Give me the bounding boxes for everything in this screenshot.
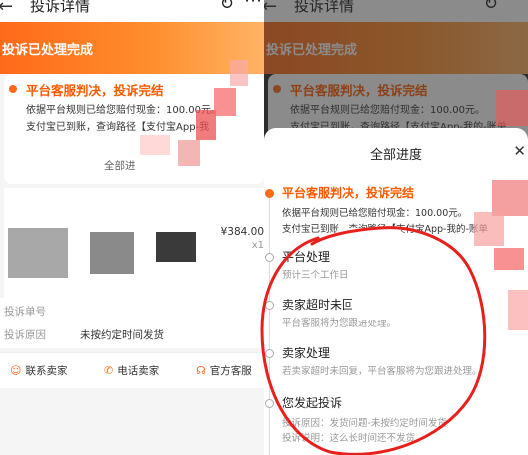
step-desc: 投诉原因：发货问题-未按约定时间发货 — [282, 418, 447, 429]
product-image — [8, 228, 68, 278]
product-card[interactable]: ¥384.00 x1 — [4, 188, 264, 298]
timeline-line — [269, 190, 270, 455]
contact-seller-label: 联系卖家 — [25, 365, 68, 377]
result-heading: 平台客服判决，投诉完结 — [26, 83, 164, 98]
redaction-mosaic — [352, 290, 412, 320]
sheet-title: 全部进度 — [369, 148, 422, 163]
step-desc: 依据平台规则已给您赔付现金：100.00元。 — [282, 208, 468, 219]
refresh-icon[interactable]: ↻ — [220, 0, 234, 14]
action-bar: ☺ 联系卖家 ✆ 电话卖家 ☊ 官方客服 — [0, 352, 264, 388]
progress-sheet: 全部进度 ✕ 平台客服判决，投诉完结 依据平台规则已给您赔付现金：100.00元… — [264, 128, 528, 455]
redaction-mosaic — [230, 60, 248, 86]
redaction-mosaic — [496, 90, 528, 126]
timeline-dot — [273, 85, 281, 93]
redaction-mosaic — [140, 135, 170, 155]
status-text: 投诉已处理完成 — [2, 43, 94, 58]
reason-label: 投诉原因 — [4, 329, 46, 341]
page-title: 投诉详情 — [30, 0, 91, 15]
left-screen: ← 投诉详情 ↻ ⋯ 投诉已处理完成 平台客服判决，投诉完结 依据平台规则已给您… — [0, 0, 264, 455]
timeline-dot — [265, 399, 274, 408]
call-seller-button[interactable]: ✆ 电话卖家 — [104, 363, 159, 378]
redaction-mosaic — [474, 212, 504, 246]
result-heading: 平台客服判决，投诉完结 — [290, 83, 428, 98]
headset-icon: ☊ — [196, 364, 206, 377]
status-text: 投诉已处理完成 — [266, 43, 358, 58]
more-icon[interactable]: ⋯ — [244, 0, 262, 11]
redaction-mosaic — [334, 336, 404, 366]
arrow-left-icon[interactable]: ← — [264, 0, 277, 17]
product-price: ¥384.00 — [220, 226, 264, 238]
redaction-mosaic — [334, 228, 404, 268]
redaction-mosaic — [492, 180, 528, 216]
official-service-button[interactable]: ☊ 官方客服 — [196, 363, 252, 378]
chat-icon: ☺ — [10, 364, 22, 377]
timeline-dot — [265, 253, 274, 262]
timeline-dot — [9, 85, 17, 93]
redaction-mosaic — [494, 248, 524, 270]
timeline-dot — [265, 349, 274, 358]
product-image — [156, 232, 196, 262]
page-title: 投诉详情 — [294, 0, 355, 15]
step-title: 卖家超时未回 — [282, 298, 355, 312]
order-label: 投诉单号 — [4, 306, 46, 318]
product-qty: x1 — [251, 240, 264, 251]
step-desc: 预计三个工作日 — [282, 270, 349, 281]
result-line: 依据平台规则已给您赔付现金：100.00元。 — [290, 105, 485, 116]
phone-icon: ✆ — [104, 364, 114, 377]
timeline-dot — [265, 189, 274, 198]
official-service-label: 官方客服 — [209, 365, 252, 377]
step-title: 卖家处理 — [282, 346, 331, 360]
close-icon[interactable]: ✕ — [513, 142, 526, 160]
contact-seller-button[interactable]: ☺ 联系卖家 — [10, 363, 67, 378]
redaction-mosaic — [178, 140, 200, 166]
right-screen: ← 投诉详情 ↻ 投诉已处理完成 平台客服判决，投诉完结 依据平台规则已给您赔付… — [264, 0, 528, 455]
redaction-mosaic — [214, 88, 236, 116]
step-desc: 投诉说明：这么长时间还不发货 — [282, 433, 416, 444]
refresh-icon[interactable]: ↻ — [484, 0, 498, 14]
nav-bar: ← 投诉详情 ↻ — [264, 0, 528, 22]
step-title: 您发起投诉 — [282, 396, 343, 410]
timeline-dot — [265, 301, 274, 310]
status-banner: 投诉已处理完成 — [0, 22, 264, 74]
redaction-mosaic — [196, 110, 216, 140]
product-image — [90, 232, 134, 274]
redaction-mosaic — [508, 290, 528, 330]
redaction-mosaic — [350, 384, 406, 412]
info-section: 投诉单号 投诉原因 未按约定时间发货 — [0, 298, 264, 348]
arrow-left-icon[interactable]: ← — [0, 0, 13, 17]
step-title: 平台客服判决，投诉完结 — [282, 186, 415, 200]
step-title: 平台处理 — [282, 250, 331, 264]
result-line: 依据平台规则已给您赔付现金：100.00元。 — [26, 105, 221, 116]
nav-bar: ← 投诉详情 ↻ ⋯ — [0, 0, 264, 22]
result-line: 支付宝已到账，查询路径【支付宝App-我 — [26, 122, 210, 133]
all-progress-link[interactable]: 全部进 — [104, 158, 136, 173]
status-banner: 投诉已处理完成 — [264, 22, 528, 74]
reason-value: 未按约定时间发货 — [80, 329, 164, 341]
call-seller-label: 电话卖家 — [117, 365, 160, 377]
